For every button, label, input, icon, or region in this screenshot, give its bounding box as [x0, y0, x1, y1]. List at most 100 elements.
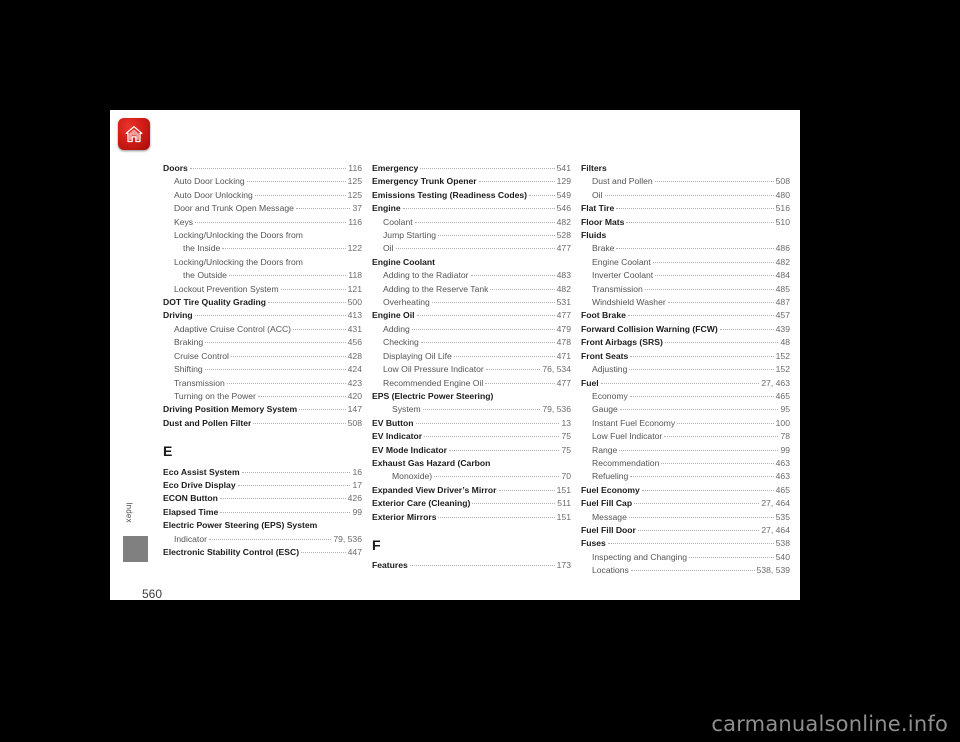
index-subentry[interactable]: the Outside 118 [163, 269, 362, 282]
index-subentry[interactable]: Engine Coolant 482 [581, 256, 790, 269]
index-subentry[interactable]: Instant Fuel Economy 100 [581, 417, 790, 430]
index-subentry[interactable]: the Inside 122 [163, 242, 362, 255]
index-entry[interactable]: Front Seats 152 [581, 350, 790, 363]
index-subentry[interactable]: Oil 477 [372, 242, 571, 255]
index-subentry[interactable]: Door and Trunk Open Message 37 [163, 202, 362, 215]
index-entry[interactable]: Exhaust Gas Hazard (Carbon [372, 457, 571, 470]
index-subentry[interactable]: Monoxide) 70 [372, 470, 571, 483]
index-subentry[interactable]: Adding 479 [372, 323, 571, 336]
index-entry[interactable]: EPS (Electric Power Steering) [372, 390, 571, 403]
index-subentry[interactable]: Low Oil Pressure Indicator 76, 534 [372, 363, 571, 376]
index-entry-page: 508 [347, 417, 362, 428]
index-subentry[interactable]: Low Fuel Indicator 78 [581, 430, 790, 443]
index-subentry[interactable]: Displaying Oil Life 471 [372, 350, 571, 363]
index-subentry[interactable]: Adaptive Cruise Control (ACC) 431 [163, 323, 362, 336]
index-entry[interactable]: Engine Coolant [372, 256, 571, 269]
home-icon[interactable] [118, 118, 150, 150]
index-subentry[interactable]: Brake 486 [581, 242, 790, 255]
index-entry[interactable]: Forward Collision Warning (FCW) 439 [581, 323, 790, 336]
index-entry[interactable]: Driving 413 [163, 309, 362, 322]
index-entry[interactable]: Front Airbags (SRS) 48 [581, 336, 790, 349]
index-subentry[interactable]: Refueling 463 [581, 470, 790, 483]
index-entry[interactable]: Expanded View Driver’s Mirror 151 [372, 484, 571, 497]
index-subentry[interactable]: Indicator 79, 536 [163, 533, 362, 546]
index-subentry[interactable]: Adding to the Reserve Tank 482 [372, 283, 571, 296]
index-entry[interactable]: Emergency 541 [372, 162, 571, 175]
index-entry-page: 413 [347, 310, 362, 321]
index-subentry[interactable]: Recommendation 463 [581, 457, 790, 470]
index-subentry[interactable]: Auto Door Unlocking 125 [163, 189, 362, 202]
index-entry[interactable]: Fuses 538 [581, 537, 790, 550]
index-subentry[interactable]: Recommended Engine Oil 477 [372, 377, 571, 390]
index-entry-label: Fuel Fill Door [581, 524, 636, 535]
index-subentry[interactable]: Auto Door Locking 125 [163, 175, 362, 188]
index-entry[interactable]: EV Indicator 75 [372, 430, 571, 443]
dot-leader [677, 422, 774, 424]
index-entry[interactable]: Exterior Mirrors 151 [372, 511, 571, 524]
index-subentry[interactable]: Adjusting 152 [581, 363, 790, 376]
index-entry[interactable]: Emissions Testing (Readiness Codes) 549 [372, 189, 571, 202]
index-subentry[interactable]: Message 535 [581, 511, 790, 524]
index-subentry[interactable]: Overheating 531 [372, 296, 571, 309]
index-subentry[interactable]: Braking 456 [163, 336, 362, 349]
index-subentry[interactable]: Oil 480 [581, 189, 790, 202]
index-entry[interactable]: Fuel Fill Cap 27, 464 [581, 497, 790, 510]
index-entry[interactable]: Features 173 [372, 559, 571, 572]
index-subentry[interactable]: Locking/Unlocking the Doors from [163, 229, 362, 242]
index-entry[interactable]: Flat Tire 516 [581, 202, 790, 215]
index-subentry[interactable]: Coolant 482 [372, 216, 571, 229]
index-subentry[interactable]: Range 99 [581, 444, 790, 457]
index-entry[interactable]: EV Button 13 [372, 417, 571, 430]
index-subentry[interactable]: Transmission 485 [581, 283, 790, 296]
index-subentry[interactable]: Dust and Pollen 508 [581, 175, 790, 188]
index-entry[interactable]: Doors 116 [163, 162, 362, 175]
index-subentry[interactable]: Inverter Coolant 484 [581, 269, 790, 282]
index-subentry[interactable]: Adding to the Radiator 483 [372, 269, 571, 282]
index-entry[interactable]: Fluids [581, 229, 790, 242]
index-entry[interactable]: Fuel 27, 463 [581, 377, 790, 390]
index-entry[interactable]: Floor Mats 510 [581, 216, 790, 229]
index-entry-page: 420 [347, 390, 362, 401]
index-subentry[interactable]: Lockout Prevention System 121 [163, 283, 362, 296]
index-entry-label: Locations [592, 565, 629, 576]
index-entry-label: Oil [592, 189, 603, 200]
index-subentry[interactable]: Gauge 95 [581, 403, 790, 416]
index-entry[interactable]: Electric Power Steering (EPS) System [163, 519, 362, 532]
index-entry[interactable]: Fuel Economy 465 [581, 484, 790, 497]
index-subentry[interactable]: Locking/Unlocking the Doors from [163, 256, 362, 269]
index-entry[interactable]: Driving Position Memory System 147 [163, 403, 362, 416]
index-entry-page: 79, 536 [542, 404, 571, 415]
index-subentry[interactable]: Locations 538, 539 [581, 564, 790, 577]
index-subentry[interactable]: Keys 116 [163, 216, 362, 229]
index-entry-page: 116 [348, 216, 362, 227]
index-entry[interactable]: Engine Oil 477 [372, 309, 571, 322]
index-entry[interactable]: Dust and Pollen Filter 508 [163, 417, 362, 430]
index-subentry[interactable]: Jump Starting 528 [372, 229, 571, 242]
index-entry[interactable]: DOT Tire Quality Grading 500 [163, 296, 362, 309]
index-entry[interactable]: Eco Assist System 16 [163, 466, 362, 479]
index-entry[interactable]: Emergency Trunk Opener 129 [372, 175, 571, 188]
index-subentry[interactable]: System 79, 536 [372, 403, 571, 416]
side-tab-label: Index [124, 502, 134, 523]
index-entry[interactable]: Elapsed Time 99 [163, 506, 362, 519]
index-subentry[interactable]: Turning on the Power 420 [163, 390, 362, 403]
index-entry[interactable]: Filters [581, 162, 790, 175]
index-subentry[interactable]: Windshield Washer 487 [581, 296, 790, 309]
index-subentry[interactable]: Economy 465 [581, 390, 790, 403]
index-entry[interactable]: EV Mode Indicator 75 [372, 444, 571, 457]
index-subentry[interactable]: Transmission 423 [163, 377, 362, 390]
dot-leader [637, 529, 760, 531]
index-entry[interactable]: Exterior Care (Cleaning) 511 [372, 497, 571, 510]
index-entry[interactable]: Eco Drive Display 17 [163, 479, 362, 492]
index-entry[interactable]: Electronic Stability Control (ESC) 447 [163, 546, 362, 559]
index-entry[interactable]: Engine 546 [372, 202, 571, 215]
index-entry-label: Gauge [592, 404, 618, 415]
index-subentry[interactable]: Inspecting and Changing 540 [581, 551, 790, 564]
dot-leader [634, 503, 760, 505]
index-entry[interactable]: Foot Brake 457 [581, 309, 790, 322]
index-subentry[interactable]: Cruise Control 428 [163, 350, 362, 363]
index-entry[interactable]: Fuel Fill Door 27, 464 [581, 524, 790, 537]
index-entry[interactable]: ECON Button 426 [163, 492, 362, 505]
index-subentry[interactable]: Shifting 424 [163, 363, 362, 376]
index-subentry[interactable]: Checking 478 [372, 336, 571, 349]
